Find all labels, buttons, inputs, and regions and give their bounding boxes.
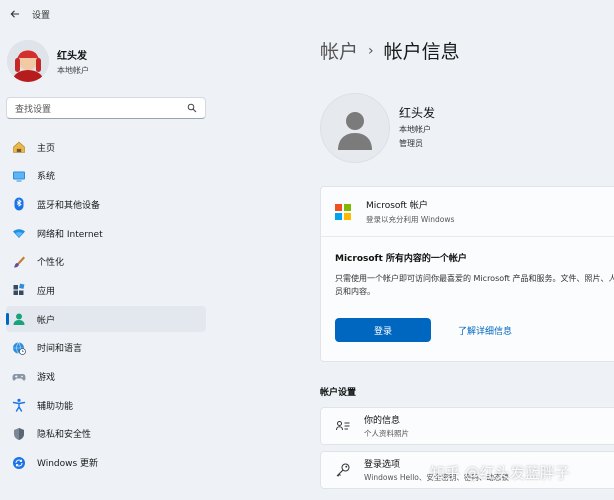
user-name: 红头发 bbox=[399, 106, 436, 120]
user-avatar[interactable] bbox=[320, 93, 390, 163]
your-info-item[interactable]: 你的信息 个人资料照片 bbox=[320, 407, 614, 445]
microsoft-account-body-title: Microsoft 所有内容的一个帐户 bbox=[335, 254, 467, 264]
brush-icon bbox=[12, 255, 26, 269]
shield-icon bbox=[12, 427, 26, 441]
globe-clock-icon bbox=[12, 341, 26, 355]
sidebar-item-label: 个性化 bbox=[37, 258, 65, 269]
sidebar-item-label: 辅助功能 bbox=[37, 401, 74, 412]
sidebar-item-privacy[interactable]: 隐私和安全性 bbox=[6, 421, 206, 447]
sidebar-item-label: 系统 bbox=[37, 172, 56, 183]
bluetooth-icon bbox=[12, 197, 26, 211]
main-content: 帐户 › 帐户信息 红头发 本地帐户 管理员 Microsoft 帐户 登录以充… bbox=[210, 28, 614, 500]
apps-icon bbox=[12, 283, 26, 297]
display-icon bbox=[12, 169, 26, 183]
profile-name: 红头发 bbox=[57, 50, 87, 62]
sidebar-item-label: 游戏 bbox=[37, 373, 56, 383]
sidebar-item-system[interactable]: 系统 bbox=[6, 163, 206, 189]
microsoft-logo-icon bbox=[335, 203, 351, 220]
profile-account-type: 本地帐户 bbox=[57, 65, 89, 75]
back-button[interactable] bbox=[8, 7, 22, 21]
your-info-subtitle: 个人资料照片 bbox=[364, 429, 409, 438]
profile-photo-icon bbox=[7, 40, 49, 82]
search-icon bbox=[187, 103, 197, 113]
sidebar-item-label: 时间和语言 bbox=[37, 344, 83, 355]
microsoft-account-subtitle: 登录以充分利用 Windows bbox=[366, 215, 455, 224]
arrow-left-icon bbox=[10, 10, 19, 18]
sign-in-button[interactable]: 登录 bbox=[335, 318, 431, 342]
learn-more-link[interactable]: 了解详细信息 bbox=[458, 324, 512, 337]
sidebar-item-accounts[interactable]: 帐户 bbox=[6, 306, 206, 333]
page-title: 帐户信息 bbox=[383, 41, 460, 63]
update-icon bbox=[12, 456, 26, 470]
search-placeholder: 查找设置 bbox=[15, 104, 52, 115]
sidebar-item-label: 隐私和安全性 bbox=[37, 430, 92, 441]
user-account-type: 本地帐户 bbox=[399, 125, 431, 134]
chevron-right-icon: › bbox=[368, 42, 374, 59]
sidebar-item-label: 应用 bbox=[37, 286, 56, 297]
microsoft-account-title: Microsoft 帐户 bbox=[366, 201, 428, 211]
sidebar-item-accessibility[interactable]: 辅助功能 bbox=[6, 392, 206, 418]
sidebar-item-windows-update[interactable]: Windows 更新 bbox=[6, 450, 206, 476]
your-info-title: 你的信息 bbox=[364, 416, 401, 426]
search-input[interactable]: 查找设置 bbox=[6, 97, 206, 119]
gamepad-icon bbox=[12, 370, 26, 384]
key-icon bbox=[335, 462, 351, 478]
sidebar-item-bluetooth[interactable]: 蓝牙和其他设备 bbox=[6, 191, 206, 217]
accessibility-icon bbox=[12, 398, 26, 412]
sidebar-item-gaming[interactable]: 游戏 bbox=[6, 364, 206, 390]
sidebar-item-label: Windows 更新 bbox=[37, 459, 99, 470]
microsoft-account-description: 只需使用一个帐户即可访问你最喜爱的 Microsoft 产品和服务。文件、照片、… bbox=[335, 274, 614, 296]
breadcrumb-parent[interactable]: 帐户 bbox=[320, 37, 358, 64]
sidebar-item-label: 主页 bbox=[37, 143, 56, 154]
watermark: 知乎 @红头发蓝胖子 bbox=[430, 464, 570, 482]
microsoft-account-card: Microsoft 帐户 登录以充分利用 Windows Microsoft 所… bbox=[320, 186, 614, 362]
user-role: 管理员 bbox=[399, 139, 423, 148]
sidebar-item-home[interactable]: 主页 bbox=[6, 134, 206, 160]
sidebar-item-personalization[interactable]: 个性化 bbox=[6, 249, 206, 275]
sidebar-item-label: 网络和 Internet bbox=[37, 229, 103, 240]
sidebar-item-label: 帐户 bbox=[37, 315, 56, 326]
microsoft-account-body: Microsoft 所有内容的一个帐户 只需使用一个帐户即可访问你最喜爱的 Mi… bbox=[321, 237, 614, 342]
account-settings-heading: 帐户设置 bbox=[320, 388, 357, 398]
sidebar-item-time-language[interactable]: 时间和语言 bbox=[6, 335, 206, 361]
breadcrumb: 帐户 › 帐户信息 bbox=[320, 37, 460, 64]
title-bar: 设置 bbox=[0, 0, 614, 28]
window-title: 设置 bbox=[32, 10, 51, 21]
person-icon bbox=[12, 312, 26, 326]
sidebar-item-apps[interactable]: 应用 bbox=[6, 277, 206, 303]
sidebar-item-network[interactable]: 网络和 Internet bbox=[6, 220, 206, 246]
contact-card-icon bbox=[335, 418, 351, 434]
sidebar: 红头发 本地帐户 查找设置 主页 系统 蓝牙和其他设备 网络和 Internet… bbox=[0, 28, 210, 500]
nav-list: 主页 系统 蓝牙和其他设备 网络和 Internet 个性化 应用 帐户 时间和… bbox=[6, 134, 206, 478]
profile-summary[interactable]: 红头发 本地帐户 bbox=[7, 40, 89, 82]
avatar bbox=[7, 40, 49, 82]
person-placeholder-icon bbox=[338, 112, 372, 150]
home-icon bbox=[12, 140, 26, 154]
wifi-icon bbox=[12, 226, 26, 240]
user-info: 红头发 本地帐户 管理员 bbox=[399, 104, 435, 149]
sidebar-item-label: 蓝牙和其他设备 bbox=[37, 200, 101, 211]
microsoft-account-header: Microsoft 帐户 登录以充分利用 Windows bbox=[321, 187, 614, 237]
